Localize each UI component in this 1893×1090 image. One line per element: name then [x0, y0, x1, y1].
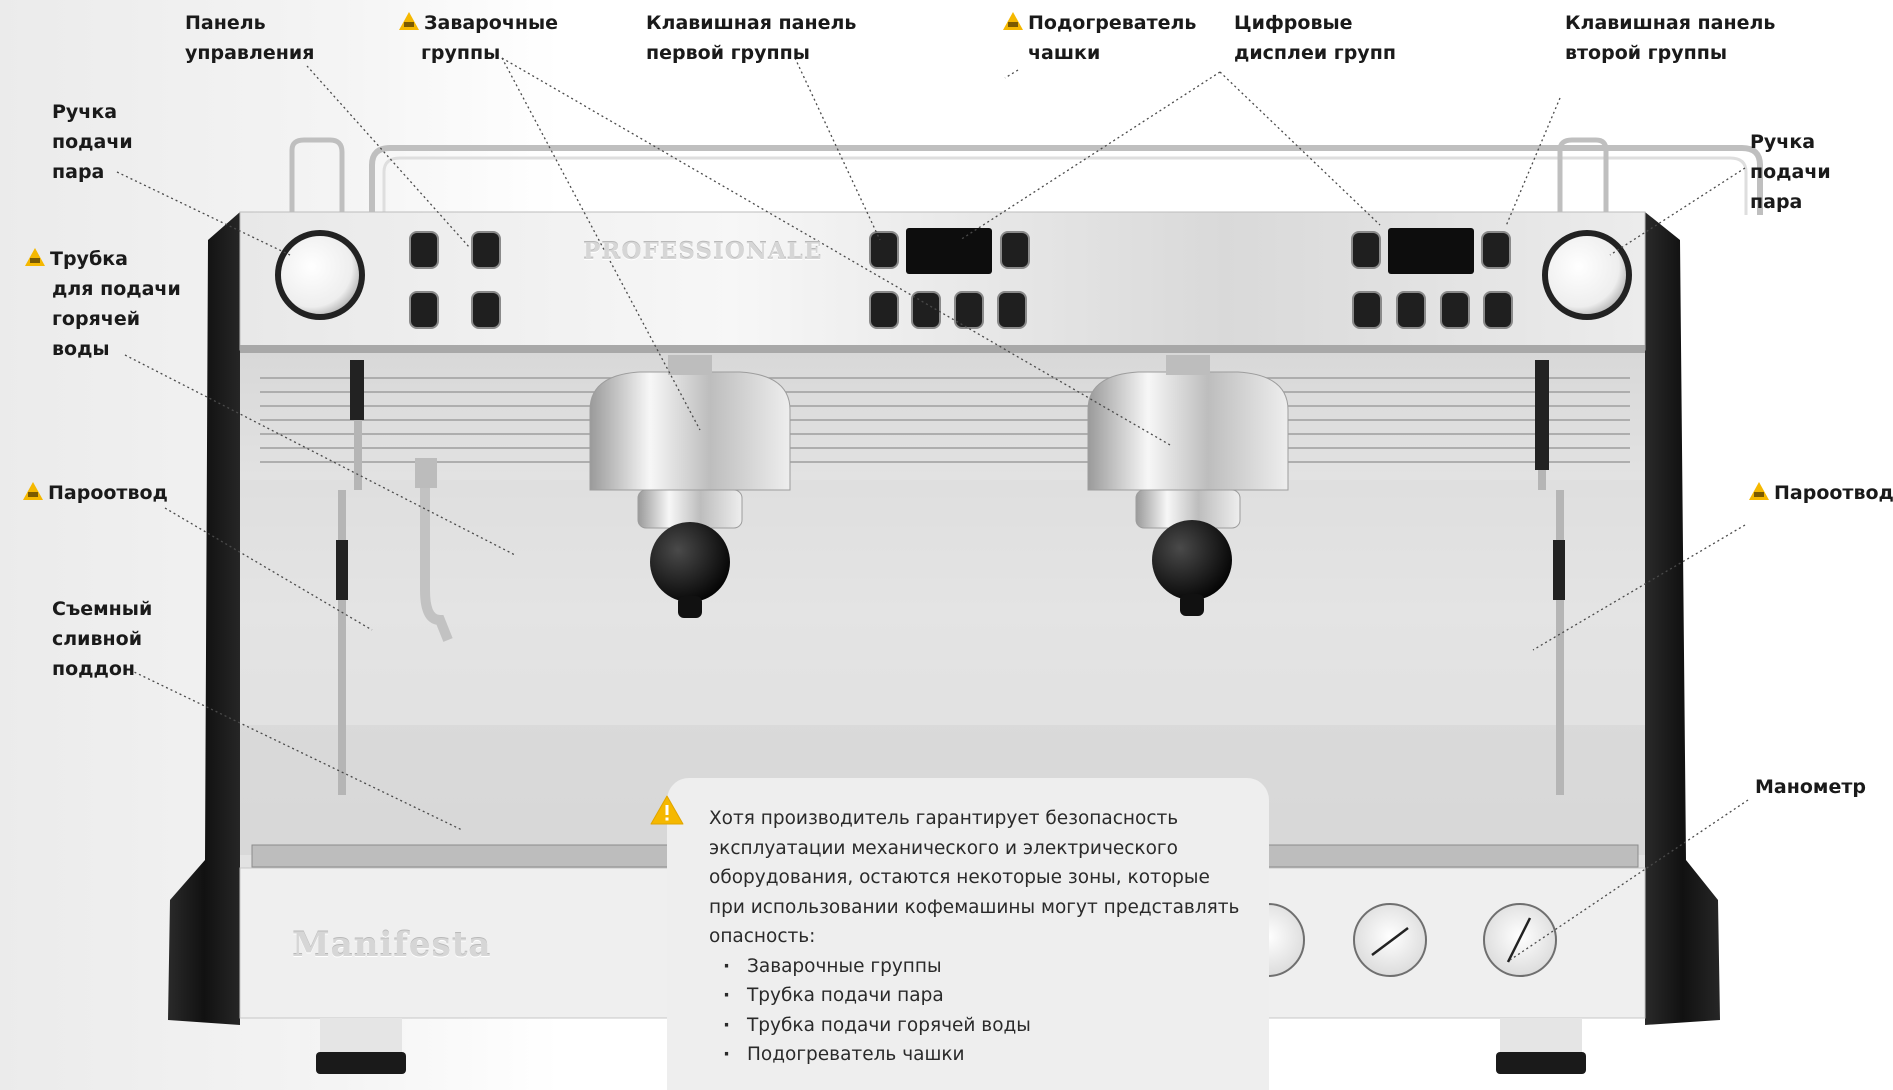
safety-notice-list: Заварочные группы Трубка подачи пара Тру… [709, 952, 1249, 1070]
label-keypad-second-group: Клавишная панель второй группы [1565, 12, 1776, 64]
display-group-1 [906, 228, 992, 274]
warning-triangle-icon [24, 246, 46, 266]
label-steam-wand-left: Пароотвод [22, 478, 168, 508]
label-hot-water-tube: Трубка для подачи горячей воды [24, 244, 181, 364]
warning-triangle-icon [398, 10, 420, 30]
label-cup-warmer: Подогреватель чашки [1002, 8, 1196, 68]
portafilter-handle-2[interactable] [1152, 520, 1232, 600]
panel-brand-text: PROFESSIONALE [583, 238, 823, 265]
list-item: Подогреватель чашки [721, 1040, 1249, 1070]
safety-notice-text: Хотя производитель гарантирует безопасно… [709, 808, 1240, 947]
list-item: Трубка подачи горячей воды [721, 1011, 1249, 1041]
body-brand-text: Manifesta [292, 925, 492, 965]
warning-triangle-icon [1002, 10, 1024, 30]
label-digital-displays: Цифровые дисплеи групп [1234, 12, 1396, 64]
label-drip-tray: Съемный сливной поддон [52, 598, 153, 680]
list-item: Трубка подачи пара [721, 981, 1249, 1011]
frame-right [1645, 212, 1720, 1025]
steam-knob-right[interactable] [1542, 230, 1632, 320]
label-keypad-first-group: Клавишная панель первой группы [646, 12, 857, 64]
portafilter-handle-1[interactable] [650, 522, 730, 602]
cup-rail [289, 137, 1763, 215]
label-steam-knob-right: Ручка подачи пара [1750, 131, 1831, 213]
label-steam-wand-right: Пароотвод [1748, 478, 1893, 508]
label-brew-groups: Заварочные группы [398, 8, 558, 68]
display-group-2 [1388, 228, 1474, 274]
label-steam-knob-left: Ручка подачи пара [52, 101, 133, 183]
warning-triangle-icon [22, 480, 44, 500]
list-item: Заварочные группы [721, 952, 1249, 982]
label-control-panel: Панель управления [185, 12, 315, 64]
warning-triangle-icon [650, 795, 684, 825]
gauges [1231, 903, 1557, 977]
steam-knob-left[interactable] [275, 230, 365, 320]
label-manometer: Манометр [1755, 776, 1866, 798]
warning-triangle-icon [1748, 480, 1770, 500]
safety-notice: Хотя производитель гарантирует безопасно… [667, 778, 1269, 1090]
diagram-canvas: PROFESSIONALE Manifesta Панель управлени… [0, 0, 1893, 1090]
